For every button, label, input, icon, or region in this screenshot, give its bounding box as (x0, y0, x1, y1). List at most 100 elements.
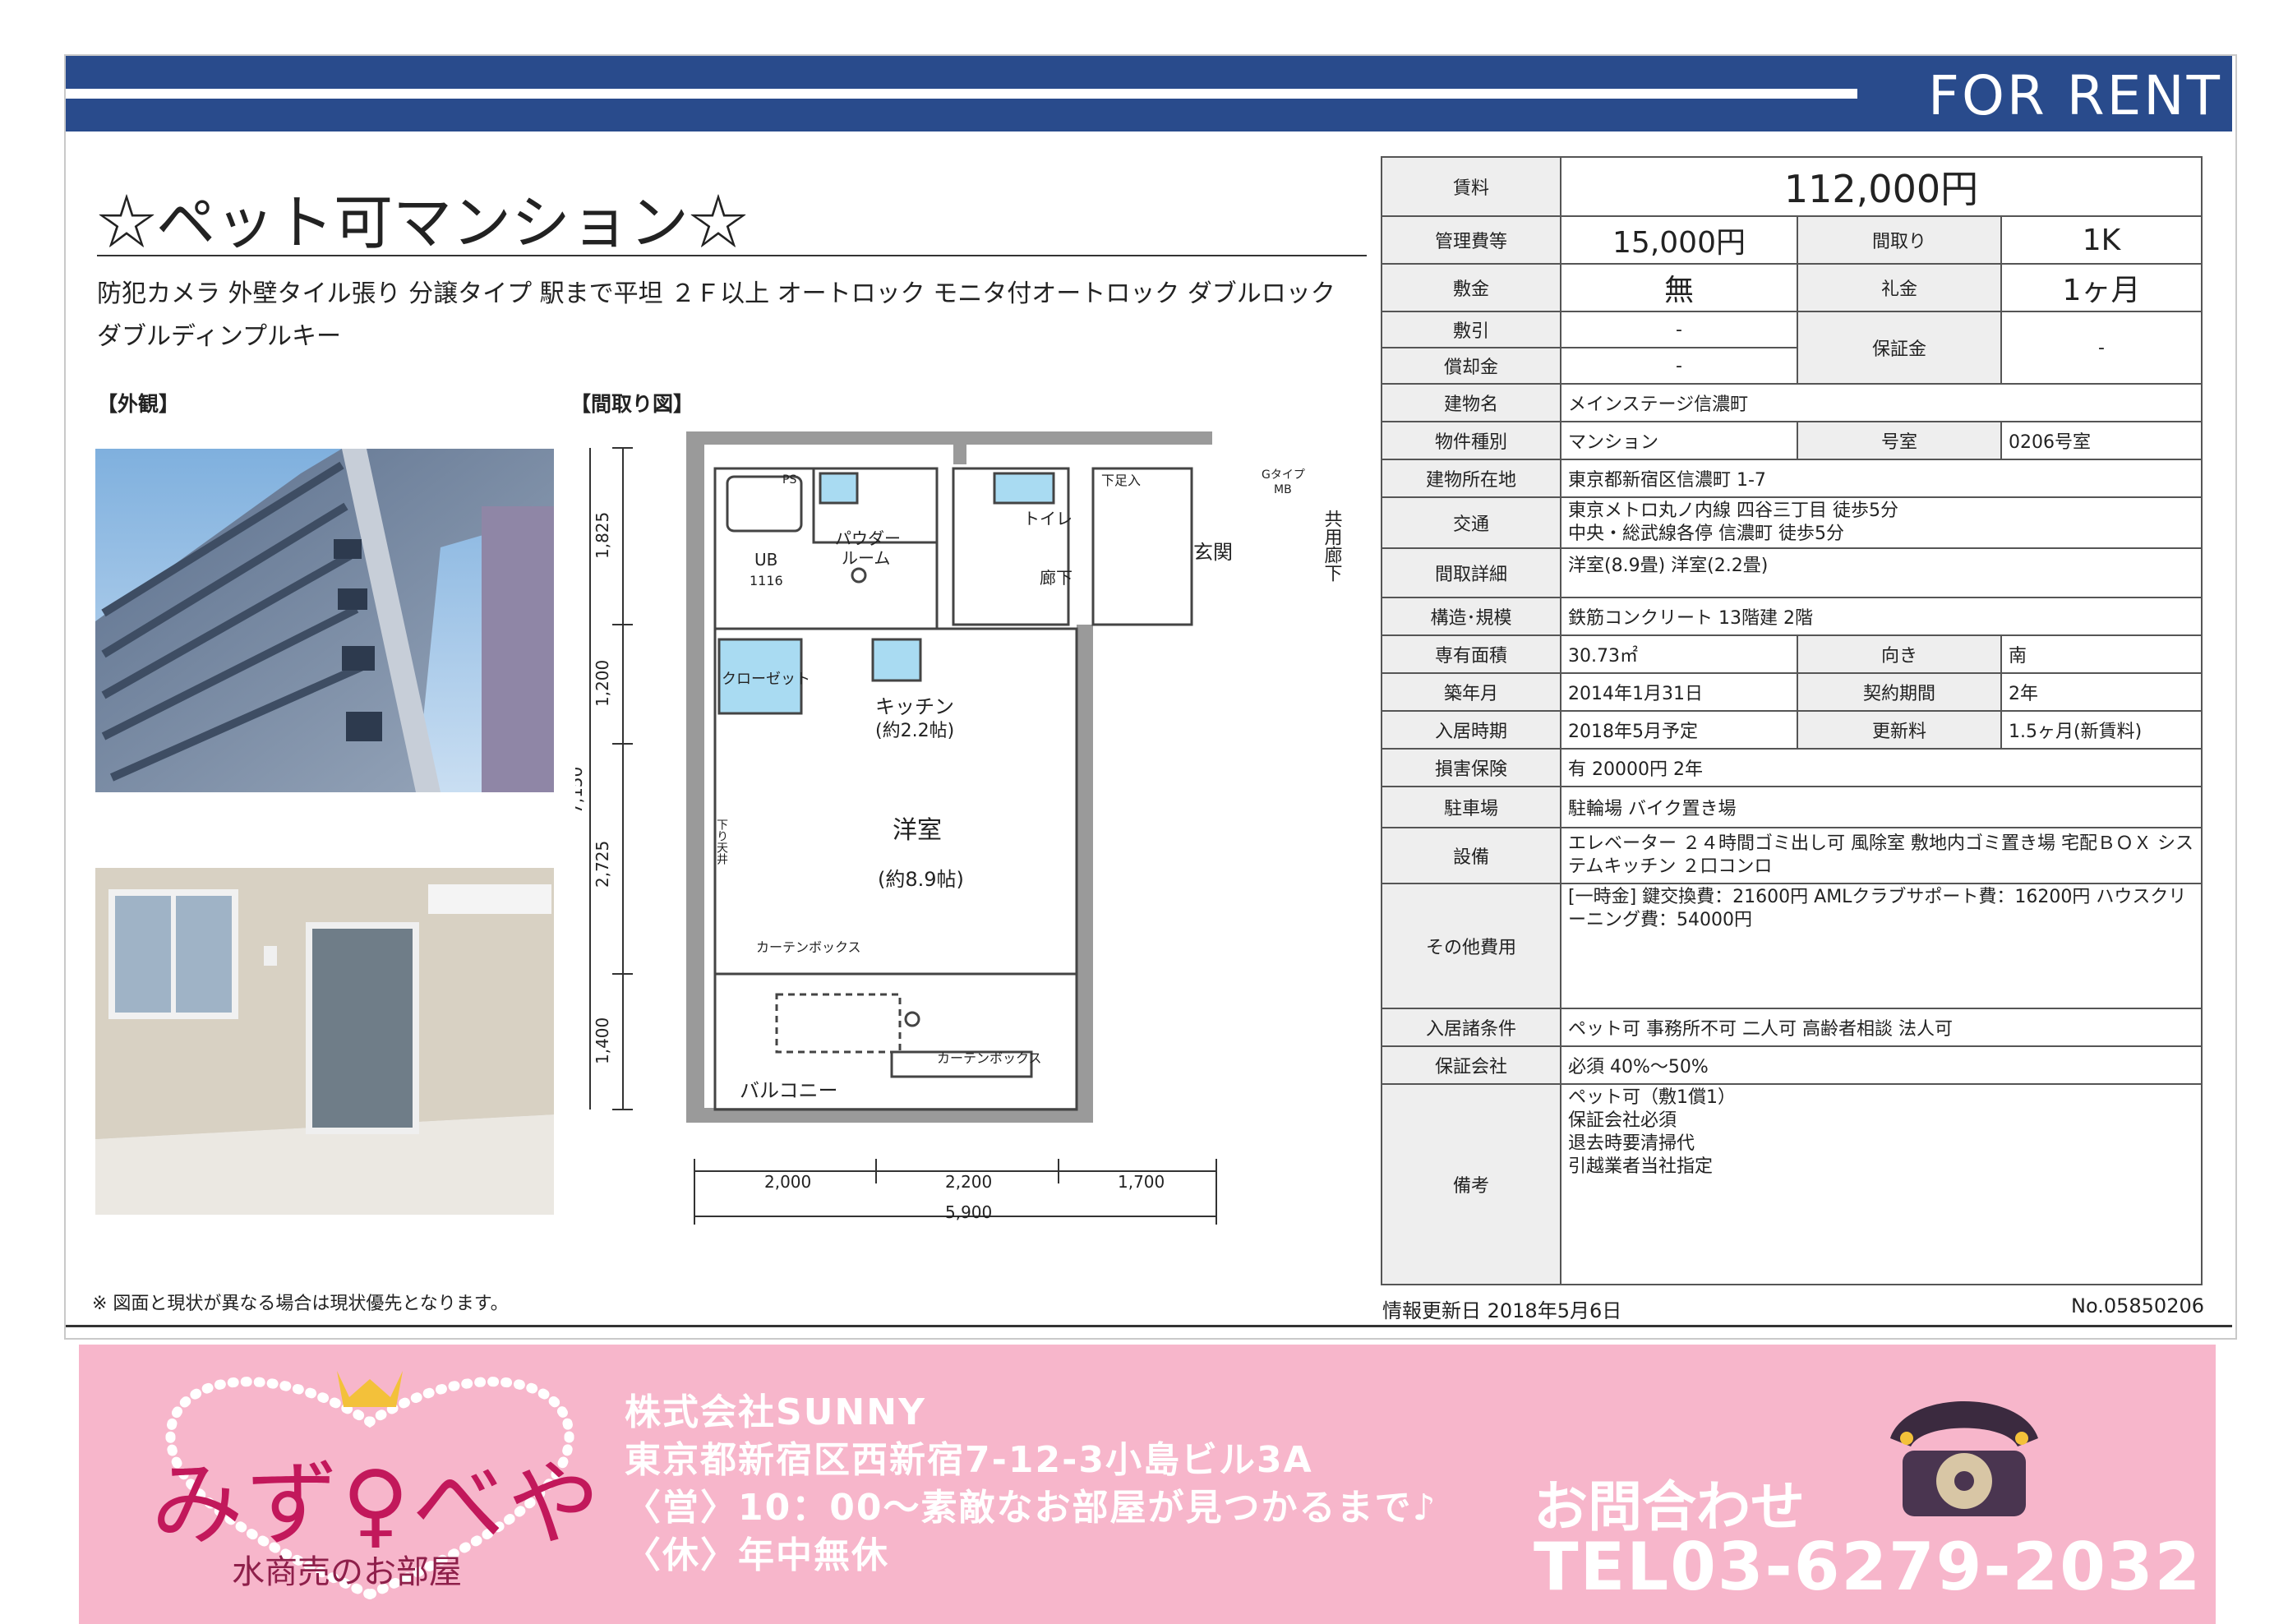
phone-number[interactable]: TEL03-6279-2032 (1534, 1529, 2202, 1605)
dim-2000: 2,000 (764, 1172, 811, 1192)
insurance-label: 損害保険 (1381, 748, 1561, 787)
company-address: 東京都新宿区西新宿7-12-3小島ビル3A (625, 1439, 1313, 1481)
disclaimer-note: ※ 図面と現状が異なる場合は現状優先となります。 (92, 1294, 509, 1314)
insurance-value: 有 20000円 2年 (1560, 748, 2203, 787)
telephone-icon (1890, 1401, 2038, 1516)
guarantee-money-label: 保証金 (1797, 311, 2002, 385)
layout-value: 1K (2000, 215, 2203, 265)
type-label: 物件種別 (1381, 421, 1561, 460)
parking-value: 駐輪場 バイク置き場 (1560, 786, 2203, 828)
remark-item: 退去時要清掃代 (1568, 1133, 1695, 1154)
room-balcony: バルコニー (740, 1079, 838, 1102)
room-ub-no: 1116 (750, 573, 783, 588)
type-value: マンション (1560, 421, 1798, 460)
structure-value: 鉄筋コンクリート 13階建 2階 (1560, 597, 2203, 636)
footer-divider (66, 1325, 2232, 1327)
keymoney-value: 1ヶ月 (2000, 263, 2203, 312)
room-hall: 廊下 (1040, 568, 1072, 588)
equipment-label: 設備 (1381, 827, 1561, 884)
keymoney-label: 礼金 (1797, 263, 2002, 312)
parking-label: 駐車場 (1381, 786, 1561, 828)
contract-value: 2年 (2000, 672, 2203, 712)
area-value: 30.73㎡ (1560, 634, 1798, 674)
shikibiki-value: - (1560, 311, 1798, 348)
dim-2200: 2,200 (945, 1172, 992, 1192)
room-western-size: (約8.9帖) (878, 868, 964, 891)
room-ps: PS (782, 473, 796, 487)
room-closet: クローゼット (722, 671, 810, 688)
deposit-label: 敷金 (1381, 263, 1561, 312)
property-title: ☆ペット可マンション☆ (97, 188, 749, 257)
spec-table: 賃料 112,000円 管理費等 15,000円 間取り 1K 敷金 無 礼金 … (1381, 156, 2203, 1285)
area-label: 専有面積 (1381, 634, 1561, 674)
remark-item: ペット可（敷1償1） (1568, 1087, 1736, 1108)
shokyaku-value: - (1560, 347, 1798, 385)
room-powder: パウダー (835, 528, 901, 548)
direction-label: 向き (1797, 634, 2002, 674)
movein-value: 2018年5月予定 (1560, 710, 1798, 750)
room-drop-ceiling: 下り天井 (715, 819, 728, 865)
shop-tagline: 水商売のお部屋 (232, 1553, 462, 1591)
room-entrance: 玄関 (1193, 541, 1233, 564)
direction-value: 南 (2000, 634, 2203, 674)
building-value: メインステージ信濃町 (1560, 383, 2203, 422)
rent-value: 112,000円 (1560, 156, 2203, 217)
room-mb: MB (1274, 483, 1292, 496)
layout-label: 間取り (1797, 215, 2002, 265)
address-label: 建物所在地 (1381, 459, 1561, 498)
remark-item: 引越業者当社指定 (1568, 1156, 1714, 1177)
floorplan-drawing: 1,825 1,200 2,725 1,400 7,150 2,000 2,20… (575, 427, 1364, 1233)
rent-label: 賃料 (1381, 156, 1561, 217)
structure-label: 構造･規模 (1381, 597, 1561, 636)
dim-1825: 1,825 (593, 512, 612, 559)
listing-number: No.05850206 (2071, 1294, 2204, 1317)
equipment-value: エレベーター ２４時間ゴミ出し可 風除室 敷地内ゴミ置き場 宅配ＢＯＸ システム… (1560, 827, 2203, 884)
dim-1400: 1,400 (593, 1017, 612, 1064)
room-value: 0206号室 (2000, 421, 2203, 460)
exterior-label: 【外観】 (97, 392, 180, 416)
room-western: 洋室 (893, 816, 942, 845)
company-info: 株式会社SUNNY 東京都新宿区西新宿7-12-3小島ビル3A 〈営〉10：00… (625, 1389, 1437, 1580)
room-label: 号室 (1797, 421, 2002, 460)
room-curtain-box-2: カーテンボックス (937, 1050, 1042, 1066)
guarantor-value: 必須 40%～50% (1560, 1045, 2203, 1085)
shokyaku-label: 償却金 (1381, 347, 1561, 385)
room-shoe: 下足入 (1101, 473, 1141, 488)
renewal-label: 更新料 (1797, 710, 2002, 750)
room-ub: UB (754, 550, 777, 570)
interior-photo (95, 868, 554, 1215)
dim-1200: 1,200 (593, 660, 612, 707)
access-line-2: 中央・総武線各停 信濃町 徒歩5分 (1568, 524, 1844, 544)
conditions-value: ペット可 事務所不可 二人可 高齢者相談 法人可 (1560, 1008, 2203, 1047)
dim-5900: 5,900 (945, 1202, 992, 1222)
guarantee-money-value: - (2000, 311, 2203, 385)
holidays: 〈休〉年中無休 (625, 1534, 889, 1576)
updated-date: 情報更新日 2018年5月6日 (1382, 1299, 1622, 1322)
dim-1700: 1,700 (1118, 1172, 1165, 1192)
built-label: 築年月 (1381, 672, 1561, 712)
address-value: 東京都新宿区信濃町 1-7 (1560, 459, 2203, 498)
room-gtype: Gタイプ (1262, 468, 1305, 482)
other-costs-value: [一時金] 鍵交換費：21600円 AMLクラブサポート費：16200円 ハウス… (1560, 883, 2203, 1009)
guarantor-label: 保証会社 (1381, 1045, 1561, 1085)
remark-item: 保証会社必須 (1568, 1110, 1677, 1131)
title-divider (97, 255, 1367, 256)
room-curtain-box: カーテンボックス (756, 939, 861, 955)
remarks-label: 備考 (1381, 1083, 1561, 1285)
shop-logo: みず♀べや (151, 1451, 603, 1558)
building-label: 建物名 (1381, 383, 1561, 422)
for-rent-label: FOR RENT (1928, 64, 2222, 127)
exterior-photo (95, 449, 554, 792)
deposit-value: 無 (1560, 263, 1798, 312)
room-kitchen: キッチン (875, 695, 954, 718)
business-hours: 〈営〉10：00～素敵なお部屋が見つかるまで♪ (625, 1487, 1437, 1529)
company-name: 株式会社SUNNY (625, 1391, 926, 1433)
movein-label: 入居時期 (1381, 710, 1561, 750)
access-line-1: 東京メトロ丸ノ内線 四谷三丁目 徒歩5分 (1568, 501, 1898, 521)
floorplan-label: 【間取り図】 (570, 392, 694, 416)
detail-label: 間取詳細 (1381, 547, 1561, 598)
shikibiki-label: 敷引 (1381, 311, 1561, 348)
access-label: 交通 (1381, 496, 1561, 549)
dim-2725: 2,725 (593, 841, 612, 888)
mgmt-value: 15,000円 (1560, 215, 1798, 265)
